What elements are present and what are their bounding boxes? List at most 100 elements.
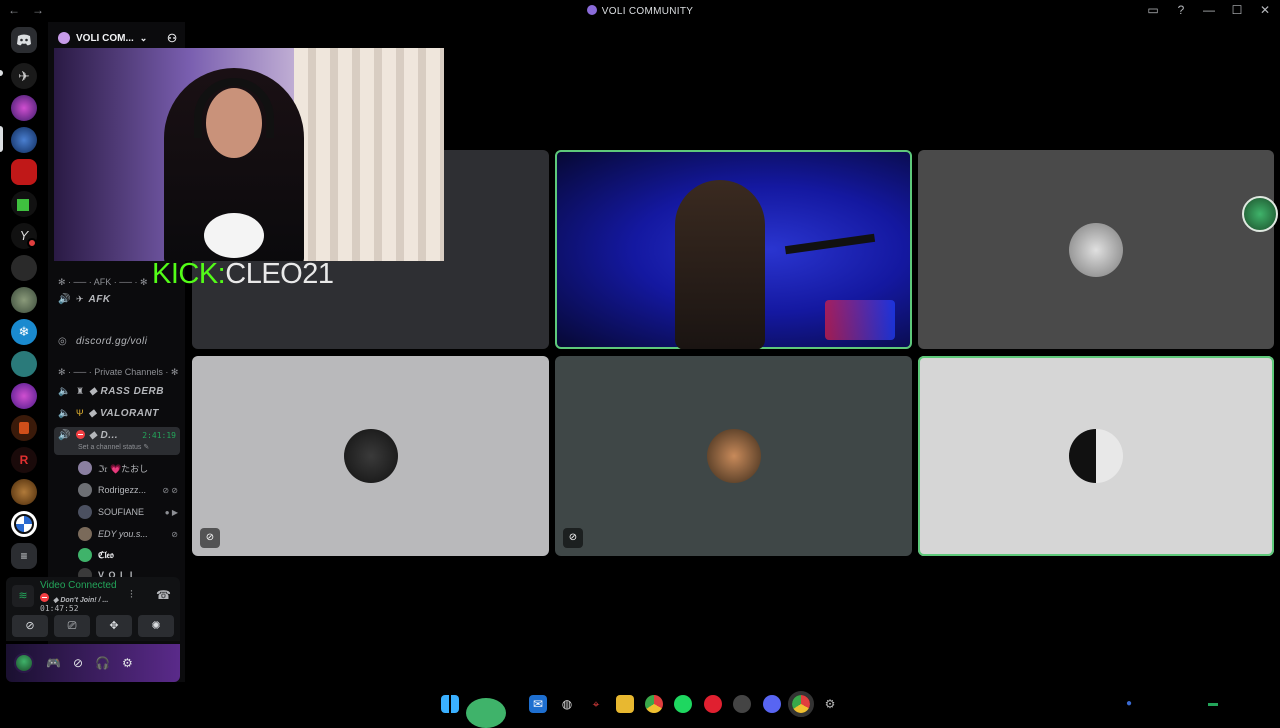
server-icon[interactable]	[11, 479, 37, 505]
headphones-icon[interactable]: 🎧	[95, 656, 110, 670]
user-panel: 🎮 ⊘ 🎧 ⚙	[6, 644, 180, 682]
avatar	[78, 505, 92, 519]
member-name: SOUFIANE	[98, 507, 145, 517]
gear-icon[interactable]: ⚙	[122, 656, 133, 670]
channel-afk[interactable]: 🔊 ✈ AFK	[58, 290, 183, 308]
server-icon[interactable]	[11, 127, 37, 153]
discord-icon[interactable]	[763, 695, 781, 713]
app-icon[interactable]	[704, 695, 722, 713]
unread-pill	[0, 70, 3, 76]
disconnect-icon[interactable]: ☎	[156, 588, 171, 602]
server-icon[interactable]	[11, 351, 37, 377]
server-icon[interactable]	[11, 159, 37, 185]
folder-icon[interactable]	[616, 695, 634, 713]
help-icon[interactable]: ?	[1174, 3, 1188, 17]
windows-icon[interactable]	[441, 695, 459, 713]
muted-icon: ⊘ ⊘	[162, 485, 178, 495]
dnd-icon	[76, 430, 85, 439]
soundboard-button[interactable]: ✺	[138, 615, 174, 637]
video-tile-streamer[interactable]	[555, 150, 912, 349]
tray-app-icon[interactable]: ▬	[1204, 695, 1222, 713]
server-icon[interactable]	[11, 287, 37, 313]
window-title: VOLI COMMUNITY	[0, 5, 1280, 17]
broadcast-icon: ◎	[58, 335, 67, 347]
voice-member[interactable]: ℑ𝔯 💗たおし	[78, 460, 178, 476]
muted-icon: ⊘	[171, 529, 178, 539]
server-icon[interactable]: ✈	[11, 63, 37, 89]
channel-active-voice[interactable]: 🔊 ◆ D... 2:41:19 Set a channel status ✎	[54, 427, 180, 455]
figure-icon: ♜	[76, 385, 85, 396]
widgets-icon[interactable]	[466, 698, 506, 728]
voice-member[interactable]: ℭ𝔩𝔢𝔬	[78, 547, 178, 563]
server-icon[interactable]	[11, 511, 37, 537]
webcam-overlay	[54, 48, 444, 261]
close-button[interactable]: ✕	[1258, 3, 1272, 17]
avatar	[78, 483, 92, 497]
minimize-button[interactable]: —	[1202, 3, 1216, 17]
channel-rass-derb[interactable]: 🔈 ♜ ◆ RASS DERB	[58, 382, 183, 400]
chrome-icon[interactable]	[645, 695, 663, 713]
folder-icon[interactable]: ≡	[11, 543, 37, 569]
steam-icon[interactable]: ◍	[558, 695, 576, 713]
channel-invite[interactable]: ◎ discord.gg/voli	[58, 332, 183, 350]
mic-tray-icon[interactable]: ●	[1120, 695, 1138, 713]
video-tile[interactable]	[918, 150, 1274, 349]
category-private[interactable]: ✻ · ── · Private Channels · ✻	[58, 367, 178, 378]
channel-valorant[interactable]: 🔈 Ψ ◆ VALORANT	[58, 404, 183, 422]
avatar	[706, 429, 761, 483]
microphone-arm	[784, 233, 876, 255]
activities-button[interactable]: ✥	[96, 615, 132, 637]
discord-home-icon[interactable]	[11, 27, 37, 53]
avatar	[343, 429, 398, 483]
server-icon[interactable]: R	[11, 447, 37, 473]
member-name: EDY you.s...	[98, 529, 148, 539]
server-icon[interactable]	[11, 383, 37, 409]
kick-username: CLEO21	[225, 258, 334, 290]
channel-name: discord.gg/voli	[76, 335, 148, 347]
server-icon[interactable]: ❄	[11, 319, 37, 345]
video-tile[interactable]: ⊘	[192, 356, 549, 556]
voice-member[interactable]: EDY you.s... ⊘	[78, 526, 178, 542]
game-icon[interactable]	[733, 695, 751, 713]
server-icon[interactable]	[11, 95, 37, 121]
camera-off-button[interactable]: ⊘	[12, 615, 48, 637]
maps-icon[interactable]: ⌖	[587, 695, 605, 713]
camera-off-icon: ⊘	[200, 528, 220, 548]
server-avatar-icon	[58, 32, 70, 44]
chrome-active-icon[interactable]	[788, 691, 814, 717]
kick-overlay-label: KICK:CLEO21	[152, 258, 334, 291]
maximize-button[interactable]: ☐	[1230, 3, 1244, 17]
member-name: Rodrigezz...	[98, 485, 147, 495]
settings-icon[interactable]: ⚙	[821, 695, 839, 713]
mic-muted-icon[interactable]: ⊘	[73, 656, 83, 670]
taskbar: ✉ ◍ ⌖ ⚙ ● ▬	[0, 688, 1280, 728]
video-tile[interactable]	[918, 356, 1274, 556]
noise-suppression-icon[interactable]: ⫶	[130, 589, 133, 602]
avatar[interactable]	[14, 653, 34, 673]
screen-share-button[interactable]: ⎚	[54, 615, 90, 637]
category-afk[interactable]: ✻ · ── · AFK · ── · ✻	[58, 277, 148, 288]
trident-icon: Ψ	[76, 408, 84, 418]
server-icon[interactable]	[11, 191, 37, 217]
server-icon[interactable]	[11, 415, 37, 441]
person-add-icon[interactable]: ⚇	[167, 32, 177, 45]
avatar	[78, 548, 92, 562]
channel-name: ◆ RASS DERB	[89, 385, 164, 397]
voice-member[interactable]: Rodrigezz... ⊘ ⊘	[78, 482, 178, 498]
floating-avatar[interactable]	[1242, 196, 1278, 232]
server-icon	[586, 5, 597, 15]
avatar	[78, 527, 92, 541]
voice-channel-name[interactable]: ◆ Don't Join! / ...	[40, 593, 108, 604]
channel-status-input[interactable]: Set a channel status ✎	[78, 443, 149, 451]
spotify-icon[interactable]	[674, 695, 692, 713]
gamepad-icon[interactable]: 🎮	[46, 656, 61, 670]
signal-icon[interactable]: ≋	[12, 585, 34, 607]
voice-member[interactable]: SOUFIANE ● ▶	[78, 504, 178, 520]
server-icon[interactable]	[11, 255, 37, 281]
inbox-icon[interactable]: ▭	[1146, 3, 1160, 17]
channel-timer: 2:41:19	[142, 431, 176, 440]
shirt-graphic	[204, 213, 264, 258]
voice-status[interactable]: Video Connected	[40, 580, 117, 591]
video-tile[interactable]: ⊘	[555, 356, 912, 556]
outlook-icon[interactable]: ✉	[529, 695, 547, 713]
